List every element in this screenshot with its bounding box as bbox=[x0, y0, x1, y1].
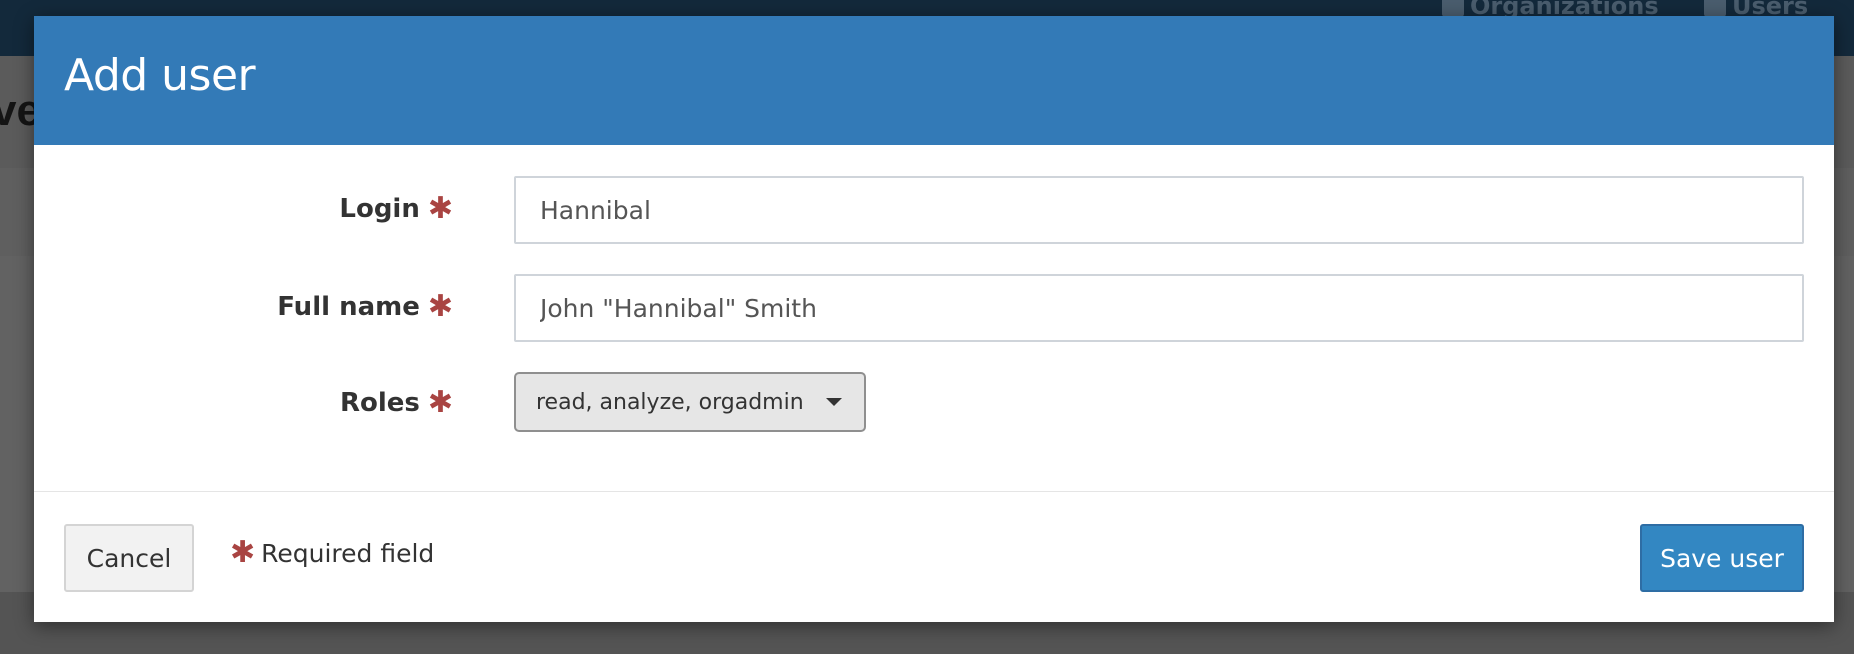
users-icon bbox=[1704, 0, 1726, 17]
add-user-dialog: Add user Login ✱ Full name ✱ Roles ✱ bbox=[34, 16, 1834, 622]
dialog-footer: Cancel ✱ Required field Save user bbox=[34, 491, 1834, 623]
cancel-button[interactable]: Cancel bbox=[64, 524, 194, 592]
roles-label: Roles ✱ bbox=[339, 385, 453, 420]
required-asterisk-icon: ✱ bbox=[230, 535, 256, 570]
list-icon bbox=[1442, 0, 1464, 17]
roles-select-value: read, analyze, orgadmin bbox=[536, 389, 804, 415]
dialog-title: Add user bbox=[64, 50, 256, 101]
login-input[interactable] bbox=[514, 176, 1804, 244]
roles-row: Roles ✱ read, analyze, orgadmin bbox=[34, 372, 1834, 432]
roles-select[interactable]: read, analyze, orgadmin bbox=[514, 372, 866, 432]
roles-label-text: Roles bbox=[339, 388, 420, 418]
login-label-text: Login bbox=[339, 194, 420, 224]
dialog-header: Add user bbox=[34, 16, 1834, 145]
caret-down-icon bbox=[825, 398, 842, 406]
required-asterisk-icon: ✱ bbox=[427, 289, 453, 324]
login-label: Login ✱ bbox=[339, 191, 453, 226]
save-user-button[interactable]: Save user bbox=[1640, 524, 1804, 592]
dialog-body: Login ✱ Full name ✱ Roles ✱ read, analyz… bbox=[34, 145, 1834, 491]
required-asterisk-icon: ✱ bbox=[427, 385, 453, 420]
full-name-label: Full name ✱ bbox=[277, 289, 453, 324]
required-field-note: ✱ Required field bbox=[230, 538, 434, 568]
required-field-text: Required field bbox=[261, 538, 435, 568]
required-asterisk-icon: ✱ bbox=[427, 191, 453, 226]
full-name-row: Full name ✱ bbox=[34, 274, 1834, 342]
full-name-input[interactable] bbox=[514, 274, 1804, 342]
login-row: Login ✱ bbox=[34, 176, 1834, 244]
full-name-label-text: Full name bbox=[277, 292, 420, 322]
